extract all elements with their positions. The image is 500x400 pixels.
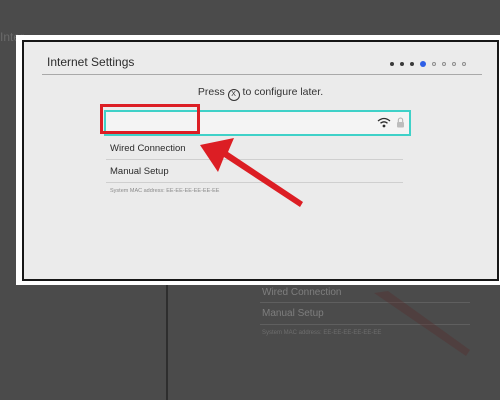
configure-later-hint: Press X to configure later. [24,86,497,101]
step-dot [410,62,414,66]
wifi-icon [377,117,391,128]
annotation-highlight-box [100,104,200,134]
step-dot [390,62,394,66]
page-title: Internet Settings [47,55,135,69]
x-button-icon: X [227,89,240,101]
hint-suffix: to configure later. [239,86,324,98]
menu-divider [106,159,403,160]
step-dot [452,62,456,66]
step-dot [442,62,446,66]
step-dot-current [420,61,426,67]
hint-prefix: Press [197,86,228,98]
menu-divider [106,182,403,183]
screenshot-frame: Internet Settings Press X to configure l… [16,35,500,285]
wired-connection-item[interactable]: Wired Connection [110,143,186,154]
step-dot [432,62,436,66]
background-item-divider [260,324,470,325]
background-divider [166,285,168,400]
mac-address-text: System MAC address: EE-EE-EE-EE-EE-EE [110,188,220,194]
background-wired-connection: Wired Connection [262,287,342,298]
background-item-divider [260,302,470,303]
background-mac-address: System MAC address: EE-EE-EE-EE-EE-EE [262,330,382,336]
title-divider [42,74,482,75]
step-indicator [390,61,472,67]
step-dot [400,62,404,66]
internet-settings-screen: Internet Settings Press X to configure l… [22,40,499,281]
lock-icon [397,117,404,128]
step-dot [462,62,466,66]
background-manual-setup: Manual Setup [262,308,324,319]
manual-setup-item[interactable]: Manual Setup [110,166,169,177]
